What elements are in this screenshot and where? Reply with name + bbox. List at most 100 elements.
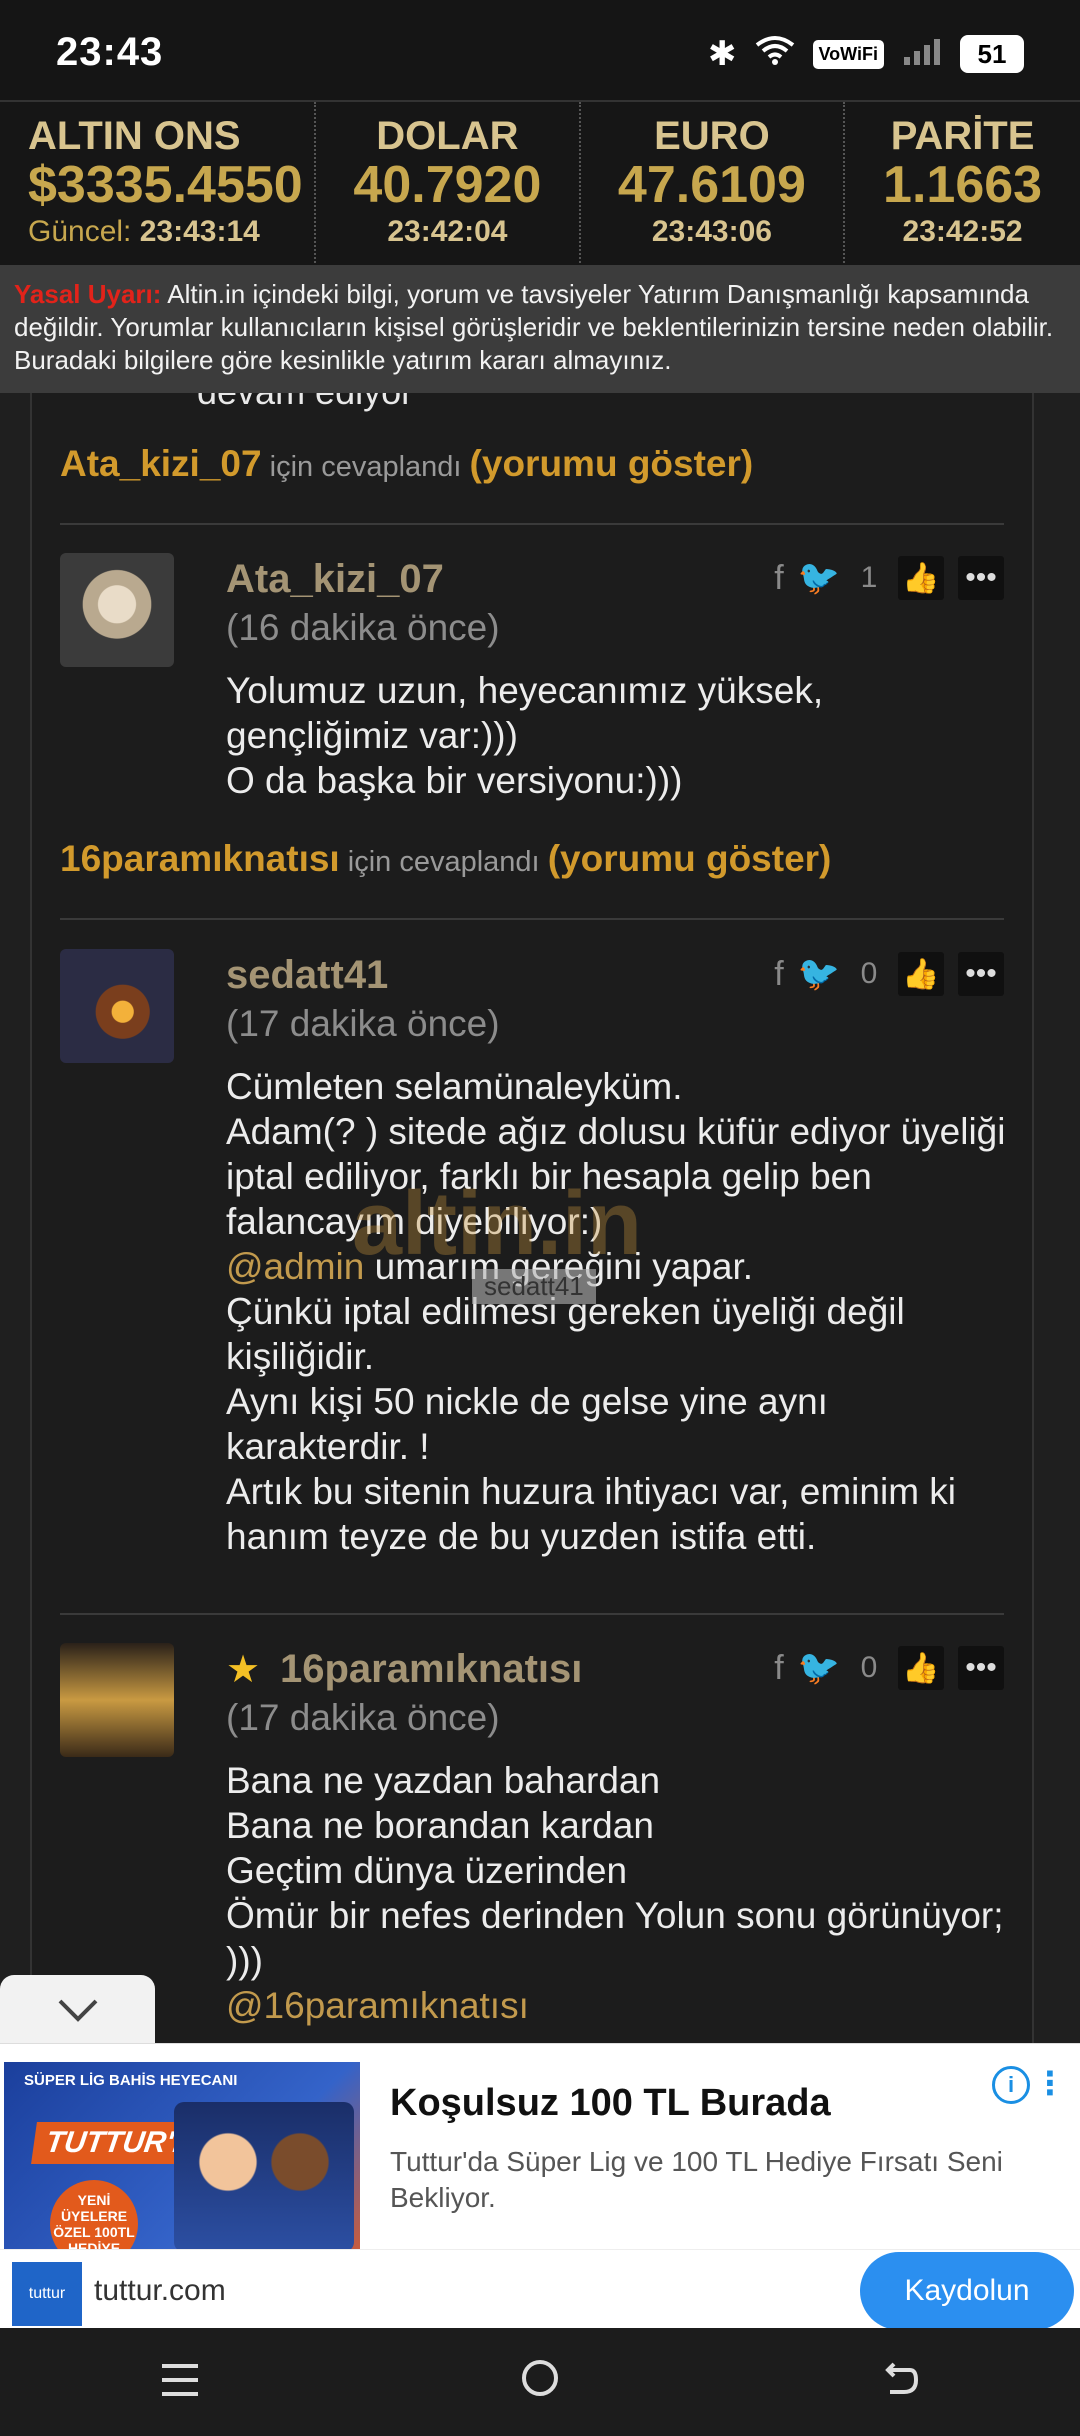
ad-title[interactable]: Koşulsuz 100 TL Burada bbox=[390, 2082, 831, 2125]
price-ticker: ALTIN ONS $3335.4550 Güncel: 23:43:14 DO… bbox=[0, 100, 1080, 267]
comment-body: Yolumuz uzun, heyecanımız yüksek, gençli… bbox=[226, 668, 1016, 803]
comment-line: Yolumuz uzun, heyecanımız yüksek, gençli… bbox=[226, 670, 824, 756]
like-button[interactable]: 👍 bbox=[898, 556, 944, 600]
comment-actions: f 🐦 1 👍 ••• bbox=[774, 553, 1004, 603]
reply-indicator: 16paramıknatısı için cevaplandı (yorumu … bbox=[60, 838, 831, 880]
comment-line: O da başka bir versiyonu:))) bbox=[226, 760, 683, 801]
comment-line: Cümleten selamünaleyküm. bbox=[226, 1066, 683, 1107]
show-comment-link[interactable]: (yorumu göster) bbox=[548, 838, 832, 879]
facebook-icon[interactable]: f bbox=[774, 559, 783, 598]
comment-time: (16 dakika önce) bbox=[226, 607, 500, 648]
comment-actions: f 🐦 0 👍 ••• bbox=[774, 1643, 1004, 1693]
bluetooth-icon: ✱ bbox=[708, 35, 737, 73]
ticker-value: $3335.4550 bbox=[28, 156, 303, 214]
reply-user[interactable]: Ata_kizi_07 bbox=[60, 443, 262, 484]
ticker-value: 47.6109 bbox=[617, 156, 806, 214]
status-icons: ✱ VoWiFi 51 bbox=[708, 34, 1024, 74]
ad-image-tagline: SÜPER LİG BAHİS HEYECANI bbox=[24, 2072, 238, 2089]
battery-icon: 51 bbox=[960, 35, 1024, 73]
status-time: 23:43 bbox=[56, 30, 164, 74]
comment-line: Artık bu sitenin huzura ihtiyacı var, em… bbox=[226, 1471, 957, 1557]
divider bbox=[60, 918, 1004, 920]
ad-footer: tuttur tuttur.com Kaydolun bbox=[0, 2249, 1080, 2330]
ad-description: Tuttur'da Süper Lig ve 100 TL Hediye Fır… bbox=[390, 2146, 1003, 2213]
system-nav-bar bbox=[0, 2328, 1080, 2436]
comment-item: Ata_kizi_07 (16 dakika önce) f 🐦 1 👍 •••… bbox=[60, 553, 1004, 823]
ad-players-image bbox=[174, 2102, 354, 2252]
comment-line: Geçtim dünya üzerinden bbox=[226, 1850, 628, 1891]
facebook-icon[interactable]: f bbox=[774, 955, 783, 994]
back-icon[interactable] bbox=[880, 2355, 920, 2410]
ticker-time-label: Güncel: bbox=[28, 215, 132, 248]
advertiser-logo: tuttur bbox=[12, 2262, 82, 2326]
reply-indicator: Ata_kizi_07 için cevaplandı (yorumu göst… bbox=[60, 443, 753, 485]
comment-time: (17 dakika önce) bbox=[226, 1697, 500, 1738]
info-icon[interactable]: i bbox=[992, 2066, 1030, 2104]
warning-label: Yasal Uyarı: bbox=[14, 279, 162, 309]
ticker-name: DOLAR bbox=[376, 114, 519, 158]
twitter-icon[interactable]: 🐦 bbox=[798, 1648, 840, 1688]
reply-user[interactable]: 16paramıknatısı bbox=[60, 838, 340, 879]
comment-line: Bana ne borandan kardan bbox=[226, 1805, 654, 1846]
ticker-time-value: 23:43:14 bbox=[139, 215, 260, 248]
comment-body: Bana ne yazdan bahardan Bana ne borandan… bbox=[226, 1758, 1016, 2028]
ticker-name: ALTIN ONS bbox=[28, 114, 241, 158]
comment-line: Bana ne yazdan bahardan bbox=[226, 1760, 661, 1801]
recent-apps-icon[interactable] bbox=[160, 2355, 200, 2410]
like-count: 0 bbox=[860, 957, 878, 990]
comment-actions: f 🐦 0 👍 ••• bbox=[774, 949, 1004, 999]
ad-cta-button[interactable]: Kaydolun bbox=[860, 2252, 1074, 2330]
ticker-name: EURO bbox=[654, 114, 770, 158]
ticker-value: 40.7920 bbox=[353, 156, 542, 214]
comment-username[interactable]: sedatt41 bbox=[226, 953, 388, 998]
comment-item: ★ 16paramıknatısı (17 dakika önce) f 🐦 0… bbox=[60, 1643, 1004, 2043]
comment-username[interactable]: 16paramıknatısı bbox=[280, 1647, 582, 1692]
truncated-comment-text: devam ediyor bbox=[197, 393, 413, 413]
avatar[interactable] bbox=[60, 1643, 174, 1757]
ticker-dolar[interactable]: DOLAR 40.7920 23:42:04 bbox=[316, 102, 581, 267]
more-options-button[interactable]: ••• bbox=[958, 952, 1004, 996]
ticker-value: 1.1663 bbox=[883, 156, 1043, 214]
more-vertical-icon[interactable]: ⋮ bbox=[1034, 2064, 1066, 2102]
comments-section: devam ediyor Ata_kizi_07 için cevaplandı… bbox=[30, 393, 1034, 2043]
comment-time: (17 dakika önce) bbox=[226, 1003, 500, 1044]
status-bar: 23:43 ✱ VoWiFi 51 bbox=[0, 0, 1080, 100]
like-button[interactable]: 👍 bbox=[898, 952, 944, 996]
avatar[interactable] bbox=[60, 949, 174, 1063]
like-button[interactable]: 👍 bbox=[898, 1646, 944, 1690]
ticker-time: Güncel: 23:43:14 bbox=[28, 215, 314, 249]
home-icon[interactable] bbox=[520, 2355, 560, 2410]
ticker-altin-ons[interactable]: ALTIN ONS $3335.4550 Güncel: 23:43:14 bbox=[0, 102, 317, 267]
more-options-button[interactable]: ••• bbox=[958, 1646, 1004, 1690]
ticker-time: 23:43:06 bbox=[651, 215, 772, 248]
comment-line: Aynı kişi 50 nickle de gelse yine aynı k… bbox=[226, 1381, 828, 1467]
divider bbox=[60, 1613, 1004, 1615]
mention-link[interactable]: @admin bbox=[226, 1246, 364, 1287]
ticker-euro[interactable]: EURO 47.6109 23:43:06 bbox=[581, 102, 846, 267]
twitter-icon[interactable]: 🐦 bbox=[798, 558, 840, 598]
show-comment-link[interactable]: (yorumu göster) bbox=[470, 443, 754, 484]
vowifi-icon: VoWiFi bbox=[812, 39, 884, 69]
more-options-button[interactable]: ••• bbox=[958, 556, 1004, 600]
chevron-down-icon bbox=[58, 1999, 97, 2022]
ticker-name: PARİTE bbox=[890, 114, 1035, 158]
signal-icon bbox=[902, 35, 942, 74]
ticker-parite[interactable]: PARİTE 1.1663 23:42:52 bbox=[845, 102, 1080, 267]
mention-link[interactable]: @16paramıknatısı bbox=[226, 1983, 1016, 2028]
ticker-time: 23:42:52 bbox=[902, 215, 1023, 248]
legal-warning: Yasal Uyarı: Altin.in içindeki bilgi, yo… bbox=[0, 265, 1080, 393]
like-count: 0 bbox=[860, 1651, 878, 1684]
twitter-icon[interactable]: 🐦 bbox=[798, 954, 840, 994]
comment-body: Cümleten selamünaleyküm. Adam(? ) sitede… bbox=[226, 1064, 1016, 1559]
site-watermark: altin.in bbox=[352, 1174, 642, 1274]
username-tooltip: sedatt41 bbox=[472, 1269, 596, 1304]
star-icon: ★ bbox=[226, 1649, 261, 1691]
ad-domain: tuttur.com bbox=[94, 2274, 226, 2307]
ad-banner[interactable]: SÜPER LİG BAHİS HEYECANI TUTTUR'DA! YENİ… bbox=[0, 2043, 1080, 2330]
comment-username[interactable]: Ata_kizi_07 bbox=[226, 557, 444, 602]
ad-collapse-button[interactable] bbox=[0, 1975, 155, 2045]
comment-line: Ömür bir nefes derinden Yolun sonu görün… bbox=[226, 1895, 1004, 1981]
avatar[interactable] bbox=[60, 553, 174, 667]
ticker-time: 23:42:04 bbox=[387, 215, 508, 248]
facebook-icon[interactable]: f bbox=[774, 1649, 783, 1688]
